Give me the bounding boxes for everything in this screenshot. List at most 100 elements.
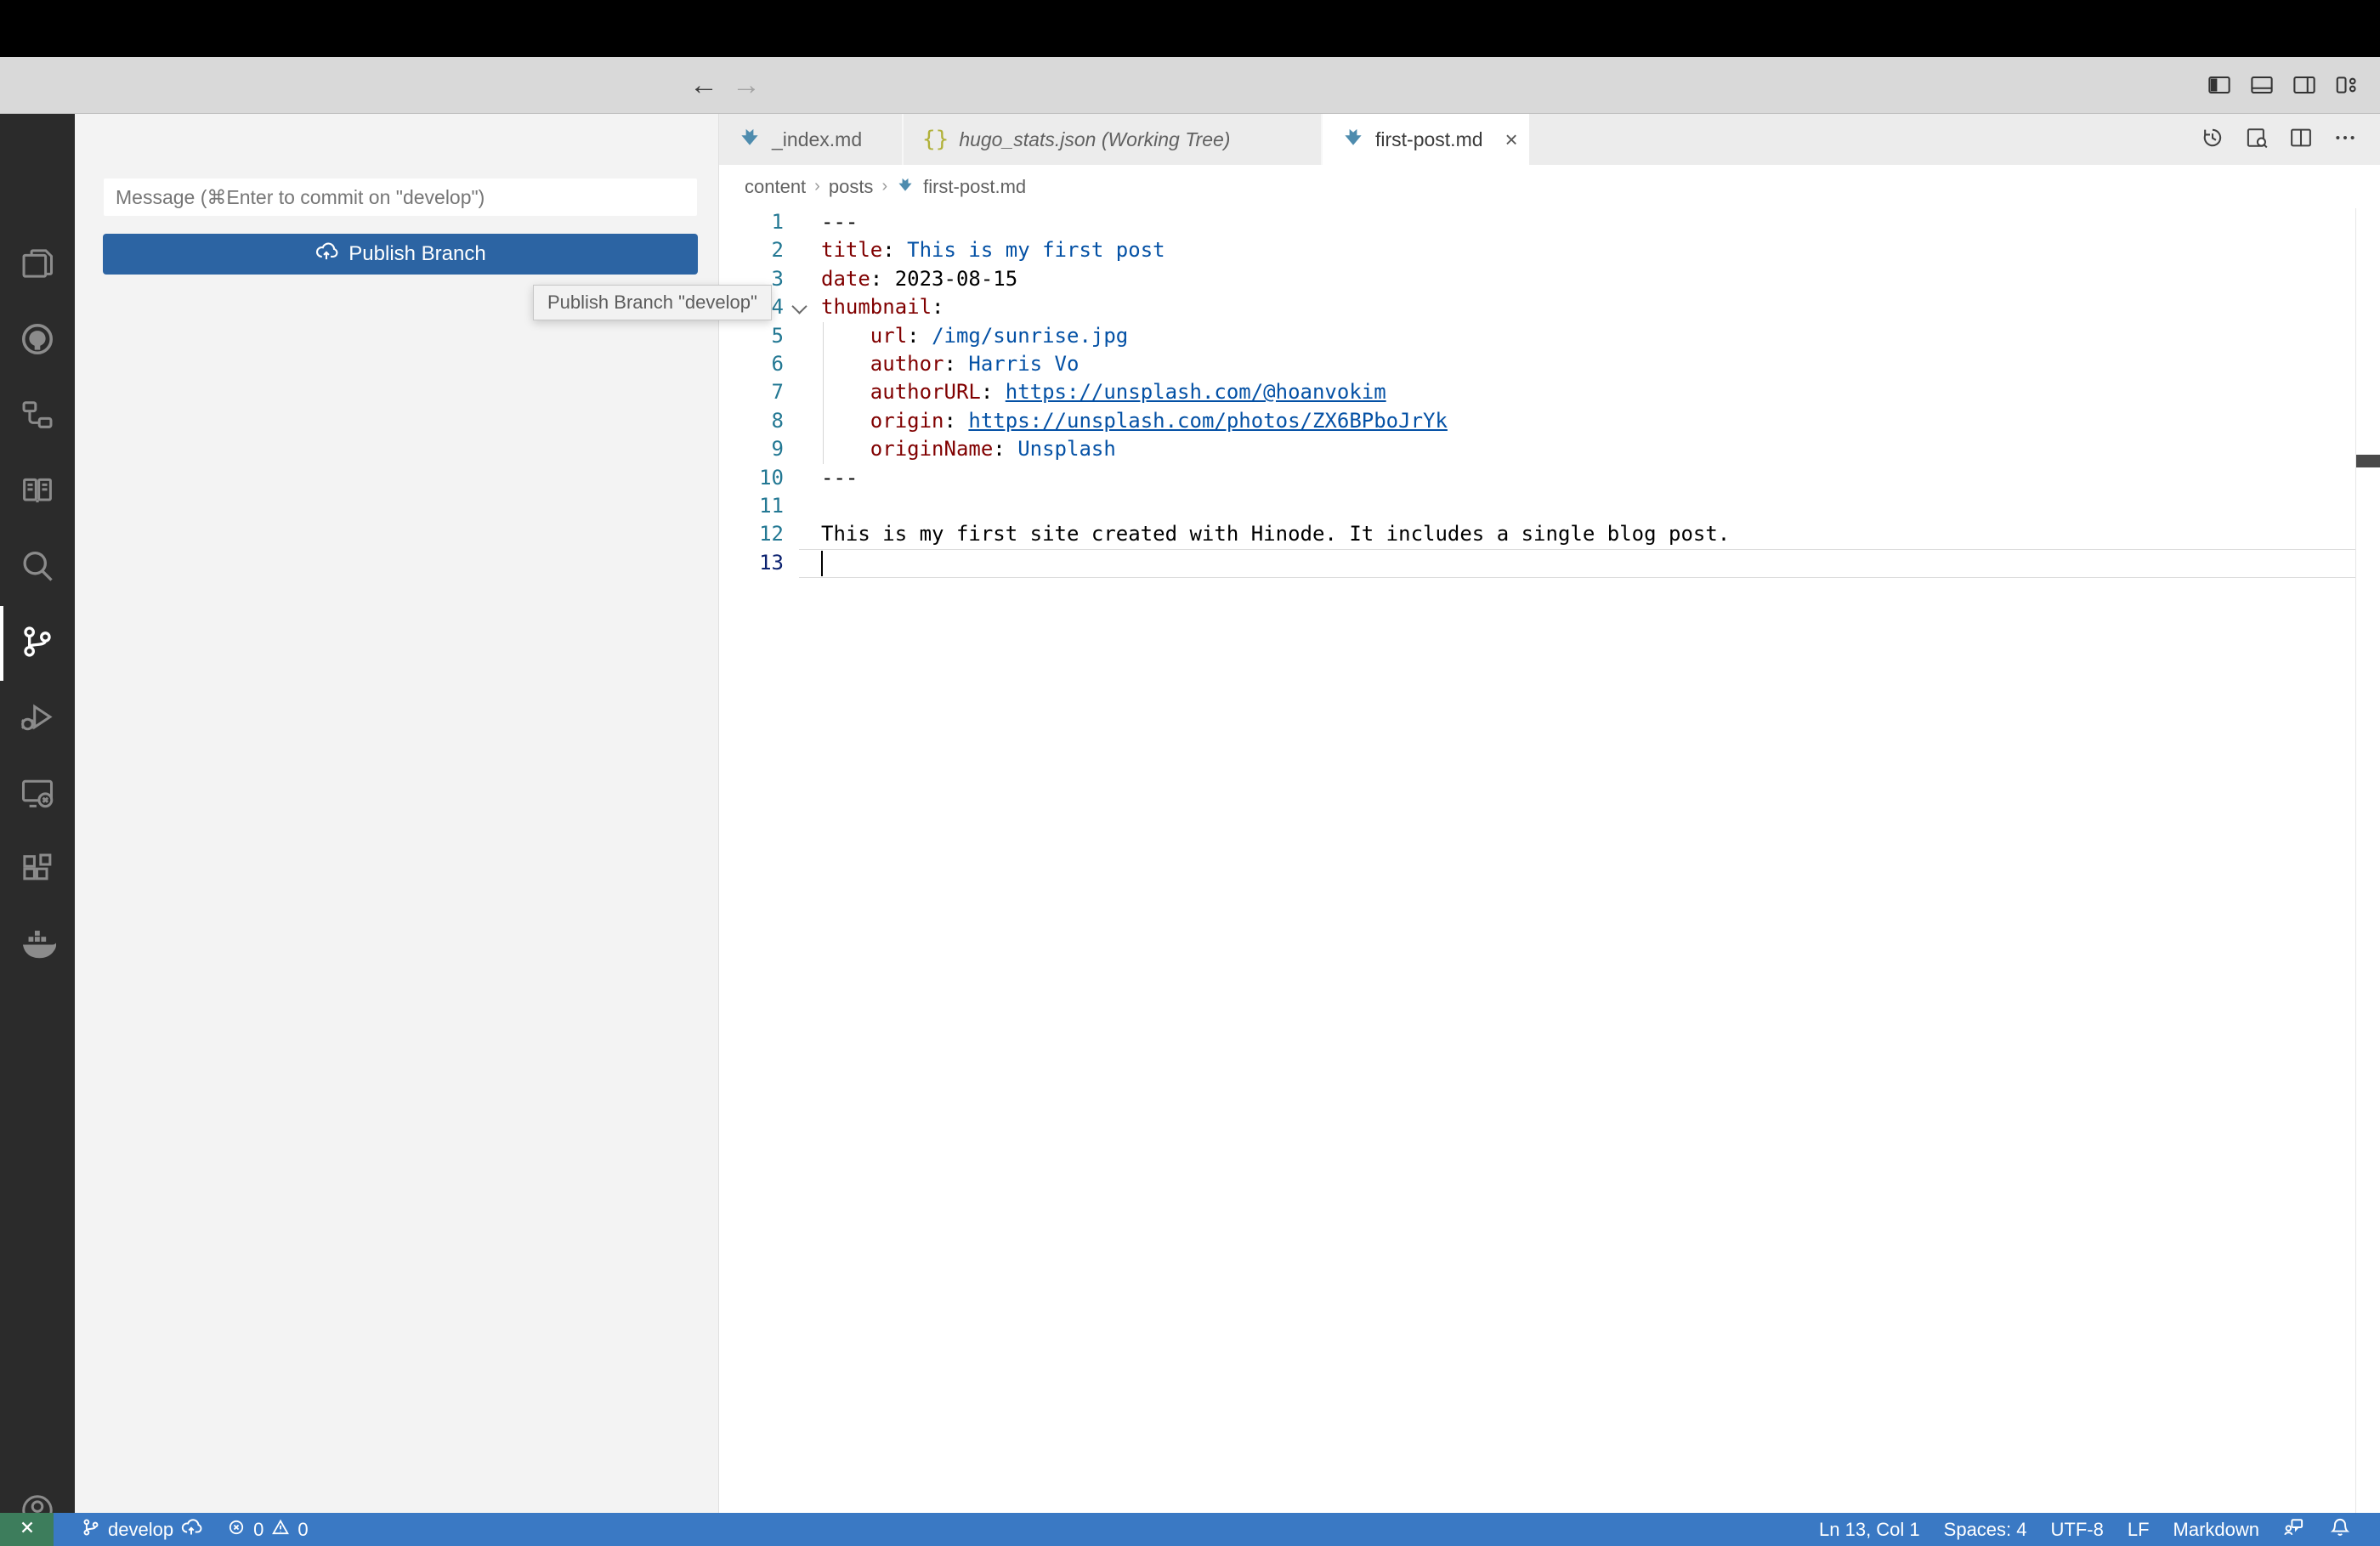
branch-status-item[interactable]: develop: [69, 1513, 214, 1546]
toggle-secondary-sidebar-icon[interactable]: [2292, 72, 2317, 98]
notifications-button[interactable]: [2317, 1513, 2363, 1546]
code-token: url: [870, 323, 908, 348]
docker-icon: [19, 926, 57, 967]
chevron-right-icon: ›: [814, 177, 820, 195]
sidebar-item-explorer[interactable]: [0, 228, 75, 303]
git-branch-icon: [81, 1517, 101, 1543]
code-token: This is my first post: [907, 238, 1165, 263]
more-actions-icon[interactable]: [2332, 125, 2358, 155]
markdown-icon: [738, 125, 762, 154]
line-number: 7: [771, 380, 784, 405]
code-token: :: [993, 437, 1018, 462]
forward-button[interactable]: →: [729, 57, 763, 113]
code-link[interactable]: https://unsplash.com/@hoanvokim: [1006, 380, 1386, 404]
status-bar: develop 0 0 Ln 13, Col 1 Spaces: 4 UTF-8…: [0, 1513, 2380, 1546]
encoding-label: UTF-8: [2050, 1518, 2104, 1540]
sidebar-item-book[interactable]: [0, 455, 75, 529]
close-tab-icon[interactable]: ×: [1505, 128, 1518, 150]
code-line[interactable]: 12 This is my first site created with Hin…: [719, 520, 2380, 548]
line-number: 2: [771, 238, 784, 263]
toggle-primary-sidebar-icon[interactable]: [2207, 72, 2232, 98]
code-line[interactable]: 10 ---: [719, 464, 2380, 492]
fold-chevron-icon[interactable]: [791, 298, 808, 314]
activity-bar: [0, 114, 75, 1526]
run-debug-icon: [19, 699, 56, 740]
sidebar-item-remote-explorer[interactable]: [0, 757, 75, 832]
language-mode-item[interactable]: Markdown: [2162, 1513, 2271, 1546]
error-icon: [226, 1517, 246, 1543]
breadcrumb: content › posts › first-post.md: [719, 165, 2380, 208]
split-editor-icon[interactable]: [2288, 125, 2314, 155]
code-line[interactable]: 4 thumbnail:: [719, 293, 2380, 321]
toggle-panel-icon[interactable]: [2249, 72, 2275, 98]
code-line[interactable]: 1 ---: [719, 208, 2380, 236]
hierarchy-icon: [19, 396, 56, 438]
tab-index-md[interactable]: _index.md: [719, 114, 904, 165]
breadcrumb-item[interactable]: first-post.md: [923, 176, 1026, 198]
indent-guide: [823, 321, 824, 464]
customize-layout-icon[interactable]: [2334, 72, 2360, 98]
publish-branch-label: Publish Branch: [348, 242, 486, 265]
eol-item[interactable]: LF: [2116, 1513, 2162, 1546]
line-number: 13: [759, 550, 784, 575]
sidebar-item-run-debug[interactable]: [0, 682, 75, 756]
commit-message-input[interactable]: [103, 178, 698, 217]
current-line-border: [799, 577, 2356, 579]
code-token: origin: [870, 408, 944, 433]
problems-status-item[interactable]: 0 0: [214, 1513, 320, 1546]
breadcrumb-item[interactable]: posts: [829, 176, 874, 198]
encoding-item[interactable]: UTF-8: [2039, 1513, 2116, 1546]
line-number: 6: [771, 352, 784, 376]
tab-label: _index.md: [772, 127, 863, 150]
editor-group: _index.md {} hugo_stats.json (Working Tr…: [719, 114, 2380, 1513]
error-count: 0: [253, 1518, 264, 1540]
feedback-button[interactable]: [2271, 1513, 2317, 1546]
code-editor[interactable]: 1 --- 2 title: This is my first post 3 date: …: [719, 208, 2380, 1513]
code-line[interactable]: 5 url: /img/sunrise.jpg: [719, 322, 2380, 350]
sidebar-item-search[interactable]: [0, 530, 75, 605]
remote-explorer-icon: [19, 774, 56, 816]
cloud-upload-icon: [314, 240, 338, 269]
sidebar-item-extensions[interactable]: [0, 833, 75, 908]
code-line[interactable]: 6 author: Harris Vo: [719, 350, 2380, 378]
sidebar-item-source-control[interactable]: [0, 606, 75, 681]
cursor-position-label: Ln 13, Col 1: [1819, 1518, 1920, 1540]
overview-ruler[interactable]: [2355, 208, 2356, 1513]
code-line[interactable]: 8 origin: https://unsplash.com/photos/ZX…: [719, 407, 2380, 435]
code-line[interactable]: 13: [719, 549, 2380, 577]
code-line[interactable]: 9 originName: Unsplash: [719, 435, 2380, 463]
line-number: 8: [771, 408, 784, 433]
tab-first-post-md[interactable]: first-post.md ×: [1323, 114, 1529, 165]
indentation-item[interactable]: Spaces: 4: [1932, 1513, 2039, 1546]
branch-name: develop: [108, 1518, 174, 1540]
language-label: Markdown: [2173, 1518, 2259, 1540]
code-line[interactable]: 3 date: 2023-08-15: [719, 265, 2380, 293]
breadcrumb-item[interactable]: content: [745, 176, 806, 198]
code-link[interactable]: https://unsplash.com/photos/ZX6BPboJrYk: [968, 409, 1448, 433]
bell-icon: [2329, 1516, 2351, 1543]
code-token: ---: [821, 465, 858, 490]
publish-branch-button[interactable]: Publish Branch: [103, 234, 698, 275]
remote-indicator[interactable]: [0, 1513, 54, 1546]
macos-menu-bar: [0, 0, 2380, 57]
json-icon: {}: [922, 127, 949, 152]
cursor-position-item[interactable]: Ln 13, Col 1: [1807, 1513, 1932, 1546]
sidebar-item-hierarchy[interactable]: [0, 379, 75, 454]
tab-hugo-stats-json[interactable]: {} hugo_stats.json (Working Tree): [904, 114, 1323, 165]
code-line[interactable]: 2 title: This is my first post: [719, 236, 2380, 264]
timeline-history-icon[interactable]: [2200, 125, 2225, 155]
code-token: :: [980, 380, 1006, 405]
eol-label: LF: [2127, 1518, 2150, 1540]
title-bar: ← → hinode-demo: [0, 57, 2380, 161]
code-token: author: [870, 352, 944, 376]
sidebar-item-docker[interactable]: [0, 909, 75, 983]
open-preview-icon[interactable]: [2244, 125, 2270, 155]
sidebar-item-github[interactable]: [0, 303, 75, 378]
code-line[interactable]: 11: [719, 492, 2380, 520]
code-line[interactable]: 7 authorURL: https://unsplash.com/@hoanv…: [719, 378, 2380, 406]
back-button[interactable]: ←: [687, 57, 721, 113]
markdown-icon: [896, 175, 915, 199]
code-token: thumbnail: [821, 295, 932, 320]
